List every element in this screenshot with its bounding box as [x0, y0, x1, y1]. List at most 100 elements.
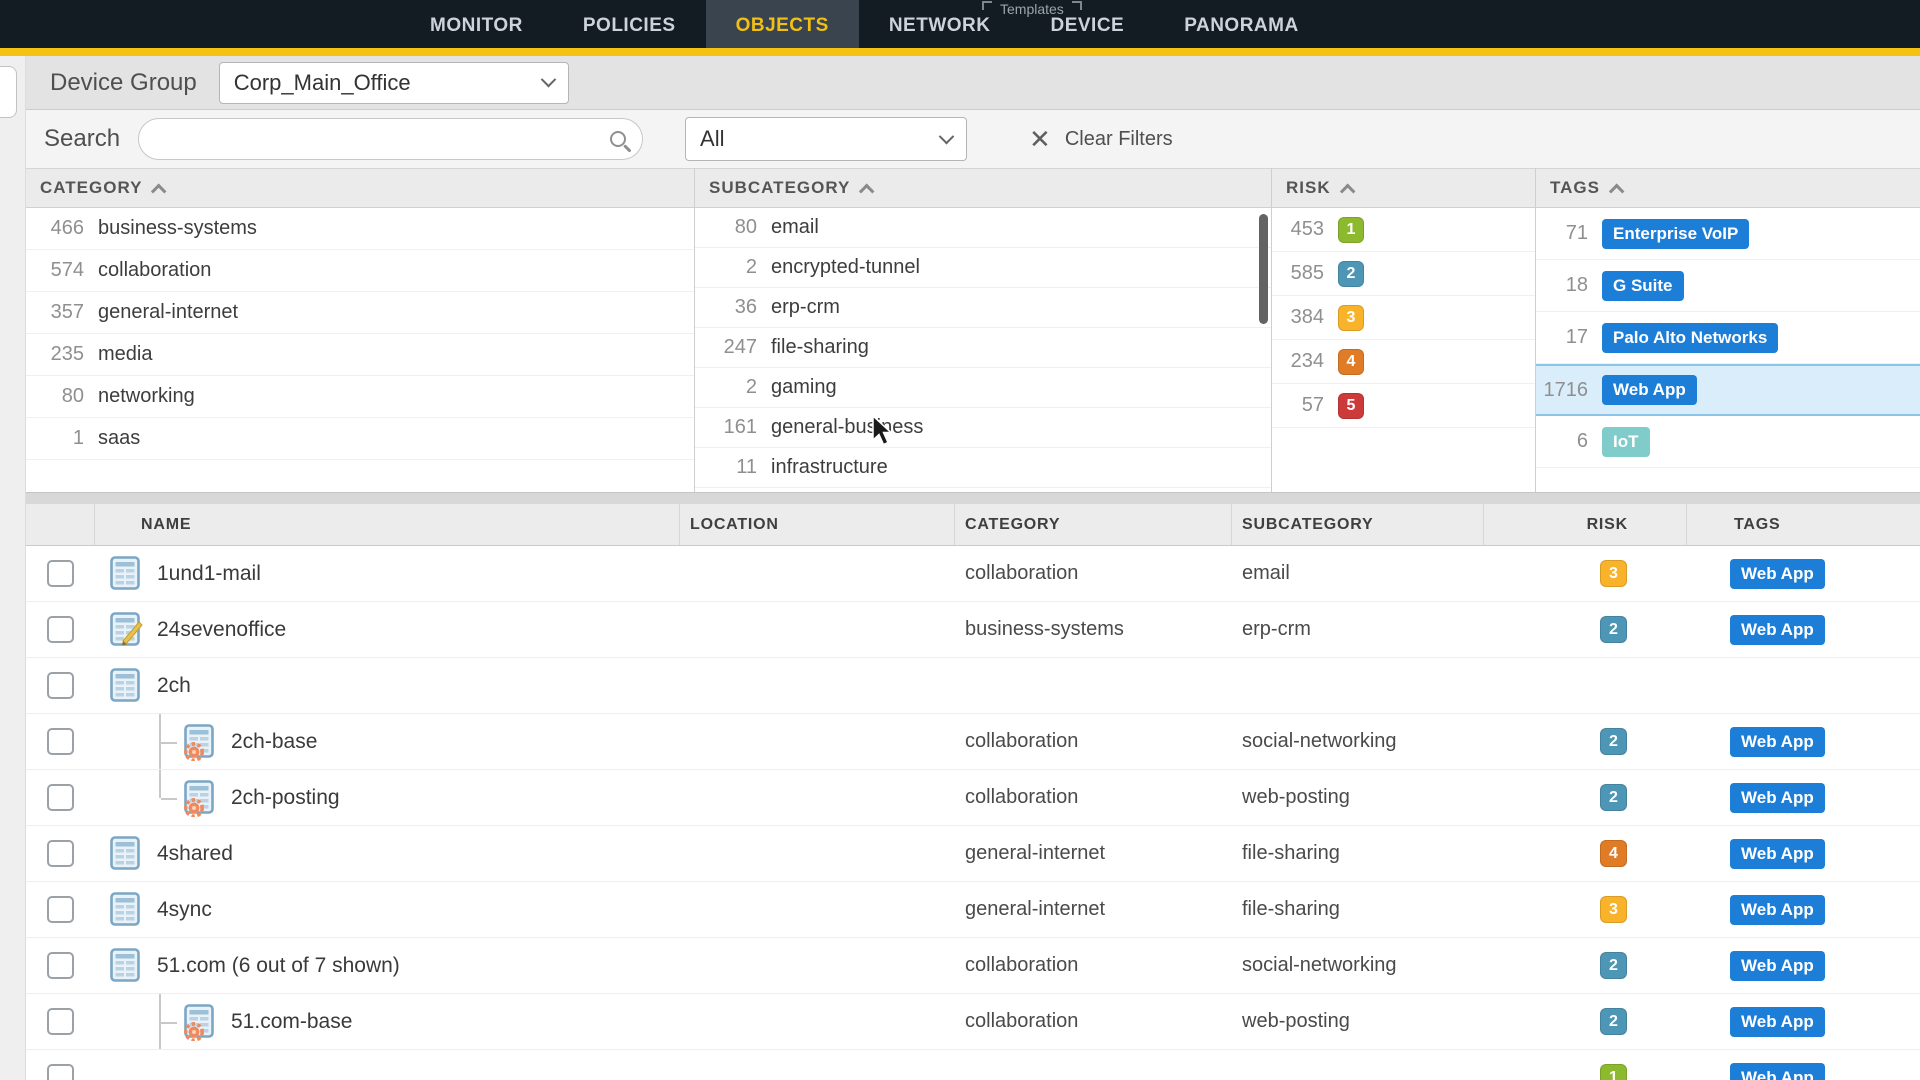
tag-filter-item[interactable]: 6IoT [1536, 416, 1920, 468]
sort-ascending-icon [859, 183, 875, 199]
risk-cell: 2 [1484, 938, 1687, 993]
row-checkbox[interactable] [47, 560, 74, 587]
application-name-link[interactable]: 4shared [157, 842, 233, 866]
category-filter-item[interactable]: 574collaboration [26, 250, 694, 292]
nav-tab-policies[interactable]: POLICIES [553, 0, 706, 48]
risk-filter-item[interactable]: 3843 [1272, 296, 1535, 340]
name-cell: 51.com (6 out of 7 shown) [95, 938, 680, 993]
subcategory-filter-item[interactable]: 247file-sharing [695, 328, 1271, 368]
chevron-down-icon [540, 72, 556, 88]
location-cell [680, 994, 955, 1049]
table-row: 4syncgeneral-internetfile-sharing3Web Ap… [26, 882, 1920, 938]
application-name-link[interactable]: 2ch-posting [231, 786, 340, 810]
device-group-select[interactable]: Corp_Main_Office [219, 62, 569, 104]
row-checkbox[interactable] [47, 1008, 74, 1035]
tag-filter-item[interactable]: 17Palo Alto Networks [1536, 312, 1920, 364]
filter-label: gaming [771, 376, 837, 399]
category-filter-panel: CATEGORY 466business-systems574collabora… [26, 168, 695, 492]
subcategory-cell: web-posting [1232, 770, 1484, 825]
application-name-link[interactable]: 4sync [157, 898, 212, 922]
nav-tab-monitor[interactable]: MONITOR [400, 0, 553, 48]
category-filter-item[interactable]: 1saas [26, 418, 694, 460]
row-checkbox-cell [26, 938, 95, 993]
name-cell [95, 1050, 680, 1080]
clear-filters-icon[interactable]: ✕ [1029, 124, 1051, 155]
bracket-right-icon [1072, 1, 1082, 10]
row-checkbox[interactable] [47, 616, 74, 643]
application-name-link[interactable]: 24sevenoffice [157, 618, 286, 642]
row-checkbox[interactable] [47, 784, 74, 811]
table-row: 51.com (6 out of 7 shown)collaborationso… [26, 938, 1920, 994]
category-filter-item[interactable]: 235media [26, 334, 694, 376]
tag-filter-item[interactable]: 71Enterprise VoIP [1536, 208, 1920, 260]
row-checkbox-cell [26, 770, 95, 825]
filter-label: encrypted-tunnel [771, 256, 920, 279]
sort-ascending-icon [1340, 183, 1356, 199]
application-name-link[interactable]: 51.com-base [231, 1010, 352, 1034]
filter-count: 36 [695, 296, 757, 319]
collapsed-side-panel-tab[interactable] [0, 66, 17, 118]
nav-tab-panorama[interactable]: PANORAMA [1154, 0, 1328, 48]
category-filter-header[interactable]: CATEGORY [26, 168, 694, 208]
row-checkbox[interactable] [47, 840, 74, 867]
templates-scope-label: Templates [982, 1, 1082, 17]
row-checkbox[interactable] [47, 672, 74, 699]
search-scope-select[interactable]: All [685, 117, 967, 161]
category-filter-item[interactable]: 80networking [26, 376, 694, 418]
tags-filter-header[interactable]: TAGS [1536, 168, 1920, 208]
tags-cell: Web App [1687, 602, 1920, 657]
risk-filter-item[interactable]: 4531 [1272, 208, 1535, 252]
application-name-link[interactable]: 51.com (6 out of 7 shown) [157, 954, 400, 978]
subcategory-filter-item[interactable]: 80email [695, 208, 1271, 248]
row-checkbox[interactable] [47, 1064, 74, 1080]
column-header-category[interactable]: CATEGORY [955, 504, 1232, 545]
search-label: Search [44, 125, 120, 153]
application-name-link[interactable]: 1und1-mail [157, 562, 261, 586]
subcategory-filter-item[interactable]: 11infrastructure [695, 448, 1271, 488]
subcategory-filter-item[interactable]: 36erp-crm [695, 288, 1271, 328]
column-header-risk[interactable]: RISK [1484, 504, 1687, 545]
row-checkbox[interactable] [47, 952, 74, 979]
filter-label: media [98, 343, 152, 366]
clear-filters-button[interactable]: Clear Filters [1065, 128, 1173, 151]
location-cell [680, 546, 955, 601]
tags-cell: Web App [1687, 994, 1920, 1049]
application-name-link[interactable]: 2ch [157, 674, 191, 698]
search-icon[interactable] [610, 131, 626, 147]
nav-tab-objects[interactable]: OBJECTS [706, 0, 859, 48]
subcategory-cell: file-sharing [1232, 882, 1484, 937]
row-checkbox[interactable] [47, 896, 74, 923]
templates-label: Templates [1000, 1, 1064, 17]
row-checkbox[interactable] [47, 728, 74, 755]
category-filter-item[interactable]: 357general-internet [26, 292, 694, 334]
subcategory-cell [1232, 658, 1484, 713]
filter-label: networking [98, 385, 195, 408]
risk-filter-item[interactable]: 575 [1272, 384, 1535, 428]
left-edge-strip [0, 56, 26, 1080]
subcategory-filter-item[interactable]: 2encrypted-tunnel [695, 248, 1271, 288]
risk-filter-item[interactable]: 5852 [1272, 252, 1535, 296]
table-row: 24sevenofficebusiness-systemserp-crm2Web… [26, 602, 1920, 658]
subcategory-filter-header[interactable]: SUBCATEGORY [695, 168, 1271, 208]
tag-filter-item[interactable]: 1716Web App [1536, 364, 1920, 416]
risk-cell [1484, 658, 1687, 713]
subcategory-scrollbar-thumb[interactable] [1259, 214, 1268, 324]
subcategory-filter-item[interactable]: 161general-business [695, 408, 1271, 448]
tag-filter-item[interactable]: 18G Suite [1536, 260, 1920, 312]
subcategory-filter-item[interactable]: 2gaming [695, 368, 1271, 408]
risk-filter-item[interactable]: 2344 [1272, 340, 1535, 384]
risk-filter-header[interactable]: RISK [1272, 168, 1535, 208]
column-header-name[interactable]: NAME [95, 504, 680, 545]
column-header-tags[interactable]: TAGS [1687, 504, 1920, 545]
search-input[interactable] [155, 128, 610, 151]
sort-ascending-icon [151, 183, 167, 199]
application-name-link[interactable]: 2ch-base [231, 730, 317, 754]
column-header-location[interactable]: LOCATION [680, 504, 955, 545]
row-checkbox-cell [26, 826, 95, 881]
category-filter-item[interactable]: 466business-systems [26, 208, 694, 250]
panorama-objects-screen: MONITORPOLICIESOBJECTSNETWORKDEVICEPANOR… [0, 0, 1920, 1080]
custom-application-gear-icon [183, 723, 219, 761]
location-cell [680, 602, 955, 657]
location-cell [680, 770, 955, 825]
column-header-subcategory[interactable]: SUBCATEGORY [1232, 504, 1484, 545]
